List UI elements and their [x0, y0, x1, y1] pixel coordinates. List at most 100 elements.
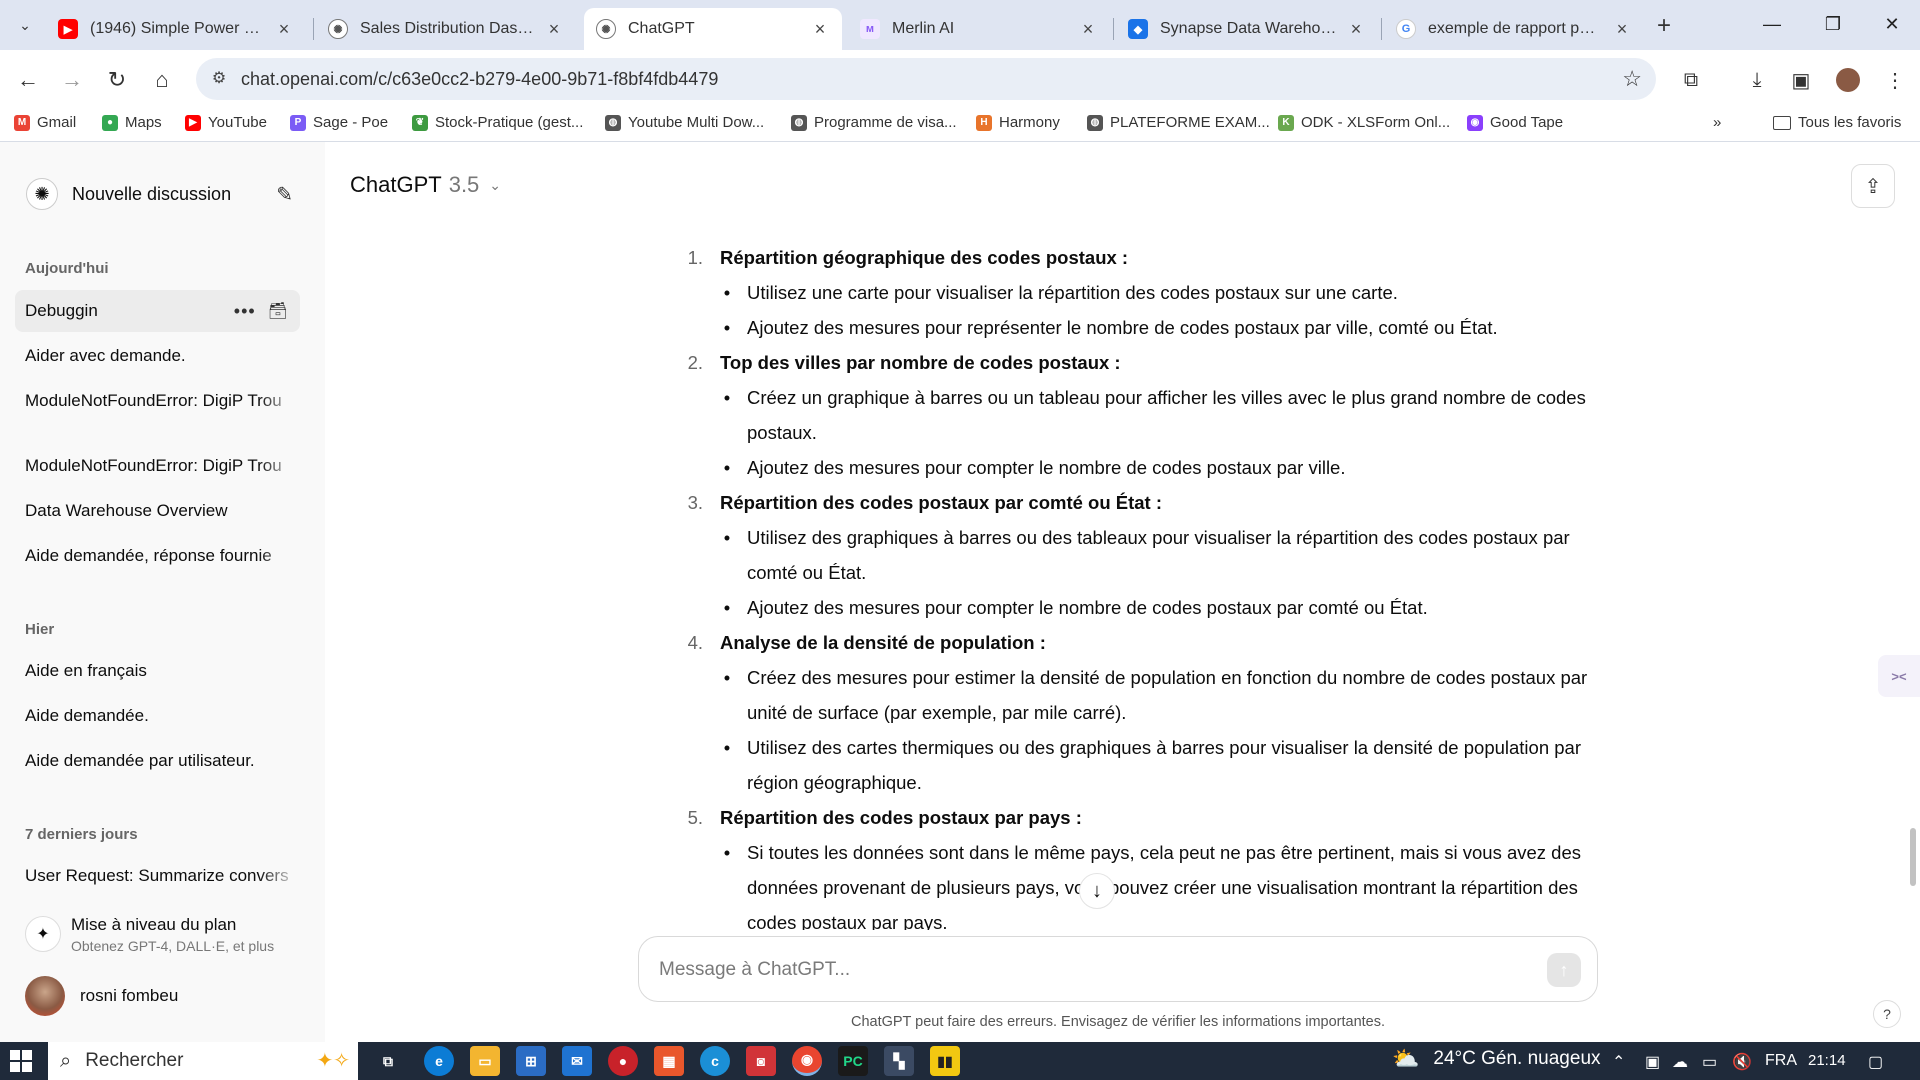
home-icon[interactable]: ⌂	[147, 65, 177, 95]
reload-icon[interactable]: ↻	[102, 65, 132, 95]
message-input[interactable]	[659, 955, 1519, 985]
bookmark-harmony[interactable]: H Harmony	[976, 114, 1060, 131]
bookmark-plateforme-exam[interactable]: ◍ PLATEFORME EXAM...	[1087, 114, 1270, 131]
browser-tab[interactable]: ◆ Synapse Data Warehouse ×	[1116, 8, 1378, 50]
store-icon[interactable]: ⊞	[516, 1046, 546, 1076]
bookmark-gmail[interactable]: M Gmail	[14, 114, 76, 131]
extensions-puzzle-icon[interactable]: ⧉	[1676, 65, 1706, 95]
bookmark-label: Sage - Poe	[313, 114, 389, 131]
restore-icon[interactable]: ❐	[1813, 8, 1853, 40]
minimize-icon[interactable]: —	[1752, 8, 1792, 40]
history-item[interactable]: Aide demandée.	[15, 695, 300, 737]
tab-search-chevron-icon[interactable]: ⌄	[10, 10, 40, 40]
scrollbar-thumb[interactable]	[1910, 828, 1916, 886]
chrome-icon[interactable]: ◉	[792, 1046, 822, 1076]
forward-arrow-icon[interactable]: →	[57, 65, 87, 95]
new-tab-plus-icon[interactable]: +	[1650, 12, 1678, 40]
browser-menu-icon[interactable]: ⋮	[1880, 65, 1910, 95]
history-item[interactable]: Aide en français	[15, 650, 300, 692]
cloud-icon[interactable]: ☁	[1672, 1052, 1688, 1072]
tray-overflow-chevron-icon[interactable]: ⌃	[1612, 1052, 1625, 1072]
history-item[interactable]: ModuleNotFoundError: DigiP Trou	[15, 380, 300, 422]
user-profile-button[interactable]: rosni fombeu	[15, 971, 305, 1021]
bookmark-stock-pratique[interactable]: ❦ Stock-Pratique (gest...	[412, 114, 583, 131]
scroll-down-arrow-icon[interactable]: ↓	[1079, 873, 1115, 909]
history-item-active[interactable]: Debuggin ••• 🗃	[15, 290, 300, 332]
browser-tab[interactable]: ▶ (1946) Simple Power BI HR ×	[46, 8, 306, 50]
model-selector[interactable]: ChatGPT 3.5 ⌄	[350, 172, 501, 198]
history-item[interactable]: ModuleNotFoundError: DigiP Trou	[15, 445, 300, 487]
task-view-icon[interactable]: ⧉	[373, 1046, 403, 1076]
poe-icon: P	[290, 114, 306, 131]
clock[interactable]: 21:14	[1808, 1052, 1846, 1069]
help-icon[interactable]: ?	[1873, 1000, 1901, 1028]
history-item[interactable]: Aider avec demande.	[15, 335, 300, 377]
battery-icon[interactable]: ▭	[1702, 1052, 1717, 1072]
history-item[interactable]: User Request: Summarize convers	[15, 855, 300, 897]
browser-tab[interactable]: ᴍ Merlin AI ×	[848, 8, 1110, 50]
taskbar-search[interactable]: ⌕ Rechercher ✦✧	[48, 1042, 358, 1080]
new-chat-button[interactable]: ✺ Nouvelle discussion ✎	[14, 172, 301, 216]
close-tab-icon[interactable]: ×	[810, 19, 830, 40]
all-bookmarks-folder[interactable]: Tous les favoris	[1773, 114, 1901, 131]
close-tab-icon[interactable]: ×	[1078, 19, 1098, 40]
site-info-icon[interactable]: ⚙	[208, 68, 230, 90]
volume-muted-icon[interactable]: 🔇	[1732, 1052, 1752, 1072]
bookmark-good-tape[interactable]: ◉ Good Tape	[1467, 114, 1563, 131]
archive-icon[interactable]: 🗃	[268, 301, 288, 321]
share-icon[interactable]: ⇪	[1851, 164, 1895, 208]
omnibox[interactable]: ⚙ chat.openai.com/c/c63e0cc2-b279-4e00-9…	[196, 58, 1656, 100]
history-item[interactable]: Aide demandée par utilisateur.	[15, 740, 300, 782]
bookmark-youtube[interactable]: ▶ YouTube	[185, 114, 267, 131]
tab-separator	[1381, 18, 1382, 40]
download-icon[interactable]: ⤓	[1742, 65, 1772, 95]
bookmark-poe[interactable]: P Sage - Poe	[290, 114, 388, 131]
bookmark-maps[interactable]: ● Maps	[102, 114, 162, 131]
more-options-icon[interactable]: •••	[234, 301, 256, 322]
upgrade-plan-button[interactable]: ✦ Mise à niveau du plan Obtenez GPT-4, D…	[15, 907, 305, 961]
browser-tab[interactable]: ✺ Sales Distribution Dashboa ×	[316, 8, 576, 50]
file-explorer-icon[interactable]: ▭	[470, 1046, 500, 1076]
power-bi-icon[interactable]: ▮▮	[930, 1046, 960, 1076]
merlin-extension-icon[interactable]: ><	[1878, 655, 1920, 697]
weather-widget[interactable]: ⛅ 24°C Gén. nuageux	[1392, 1046, 1601, 1072]
profile-avatar-icon[interactable]	[1836, 68, 1860, 92]
mail-icon[interactable]: ✉	[562, 1046, 592, 1076]
close-tab-icon[interactable]: ×	[1612, 19, 1632, 40]
history-item[interactable]: Data Warehouse Overview	[15, 490, 300, 532]
send-arrow-icon[interactable]: ↑	[1547, 953, 1581, 987]
url-text[interactable]: chat.openai.com/c/c63e0cc2-b279-4e00-9b7…	[241, 69, 718, 90]
close-window-icon[interactable]: ✕	[1872, 8, 1912, 40]
meet-now-icon[interactable]: ▣	[1645, 1052, 1660, 1072]
pycharm-icon[interactable]: PC	[838, 1046, 868, 1076]
more-bookmarks-chevron-icon[interactable]: »	[1713, 114, 1721, 131]
edge-icon[interactable]: e	[424, 1046, 454, 1076]
history-item[interactable]: Aide demandée, réponse fournie	[15, 535, 300, 577]
app-icon[interactable]: c	[700, 1046, 730, 1076]
close-tab-icon[interactable]: ×	[1346, 19, 1366, 40]
app-icon[interactable]: ▦	[654, 1046, 684, 1076]
language-indicator[interactable]: FRA	[1765, 1052, 1797, 1070]
app-icon[interactable]: ◙	[746, 1046, 776, 1076]
tab-title: exemple de rapport power	[1428, 20, 1604, 37]
bookmark-programme-visa[interactable]: ◍ Programme de visa...	[791, 114, 957, 131]
back-arrow-icon[interactable]: ←	[13, 65, 43, 95]
windows-start-icon[interactable]	[10, 1050, 32, 1072]
app-icon[interactable]: ▚	[884, 1046, 914, 1076]
chat-main: ChatGPT 3.5 ⌄ ⇪ 1. Répartition géographi…	[325, 142, 1920, 1042]
compose-edit-icon[interactable]: ✎	[276, 182, 293, 207]
merlin-icon: ᴍ	[860, 19, 880, 39]
goodtape-icon: ◉	[1467, 114, 1483, 131]
bookmark-odk[interactable]: K ODK - XLSForm Onl...	[1278, 114, 1450, 131]
browser-tab[interactable]: G exemple de rapport power ×	[1384, 8, 1644, 50]
bookmark-star-icon[interactable]: ☆	[1622, 66, 1642, 92]
notifications-icon[interactable]: ▢	[1868, 1052, 1883, 1072]
tab-separator	[313, 18, 314, 40]
app-icon[interactable]: ●	[608, 1046, 638, 1076]
side-panel-icon[interactable]: ▣	[1786, 65, 1816, 95]
bookmark-youtube-multi[interactable]: ◍ Youtube Multi Dow...	[605, 114, 764, 131]
message-composer[interactable]: ↑	[638, 936, 1598, 1002]
close-tab-icon[interactable]: ×	[274, 19, 294, 40]
close-tab-icon[interactable]: ×	[544, 19, 564, 40]
browser-tab-active[interactable]: ✺ ChatGPT ×	[584, 8, 842, 50]
